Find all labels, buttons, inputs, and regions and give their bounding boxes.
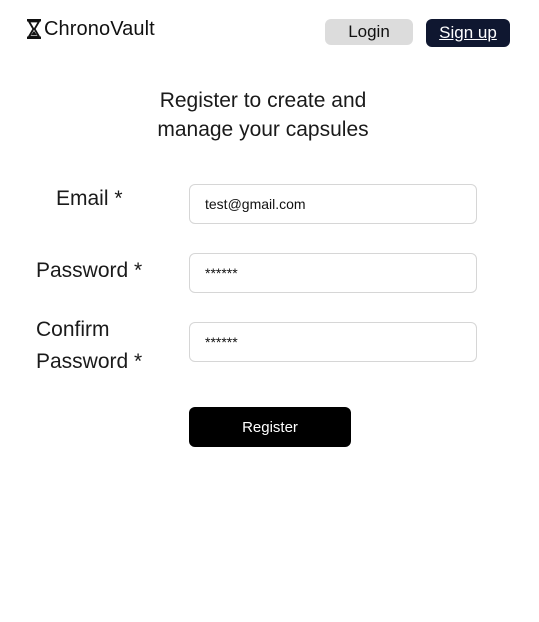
password-field[interactable] bbox=[189, 253, 477, 293]
page-heading: Register to create and manage your capsu… bbox=[128, 86, 398, 144]
confirm-password-field[interactable] bbox=[189, 322, 477, 362]
page-heading-line-2: manage your capsules bbox=[157, 118, 369, 141]
register-button[interactable]: Register bbox=[189, 407, 351, 447]
brand-name: ChronoVault bbox=[44, 17, 155, 40]
password-label: Password * bbox=[36, 259, 143, 282]
email-label: Email * bbox=[56, 187, 123, 210]
confirm-password-label-line-1: Confirm bbox=[36, 318, 110, 341]
brand-logo[interactable]: ChronoVault bbox=[26, 16, 155, 42]
login-button[interactable]: Login bbox=[325, 19, 413, 45]
signup-button[interactable]: Sign up bbox=[426, 19, 510, 47]
hourglass-icon bbox=[27, 19, 41, 39]
email-field[interactable] bbox=[189, 184, 477, 224]
confirm-password-label-line-2: Password * bbox=[36, 350, 143, 373]
page-heading-line-1: Register to create and bbox=[159, 89, 367, 112]
confirm-password-label: Confirm Password * bbox=[36, 314, 142, 378]
